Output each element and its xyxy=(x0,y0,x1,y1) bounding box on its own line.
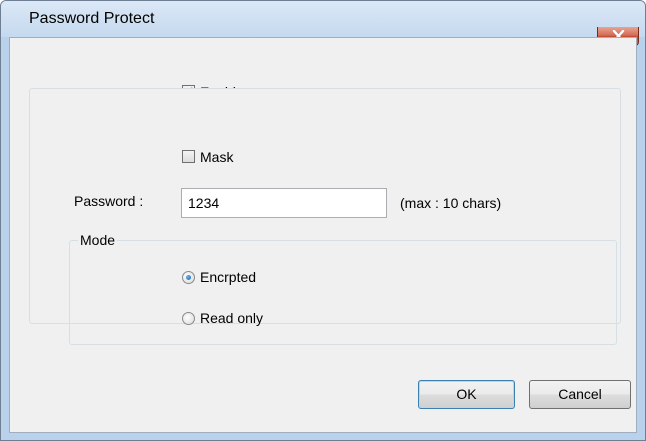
mask-label[interactable]: Mask xyxy=(200,149,233,165)
radio-selected-dot xyxy=(186,275,191,280)
password-hint: (max : 10 chars) xyxy=(400,195,502,211)
password-label: Password : xyxy=(74,193,144,209)
read-only-radio[interactable] xyxy=(182,312,195,325)
mode-groupbox xyxy=(69,240,617,345)
ok-button[interactable]: OK xyxy=(418,380,515,409)
window-title: Password Protect xyxy=(29,10,155,27)
mode-group-title: Mode xyxy=(78,232,118,248)
encrypted-radio[interactable] xyxy=(182,271,195,284)
mask-checkbox[interactable] xyxy=(182,150,195,163)
read-only-label[interactable]: Read only xyxy=(200,310,263,326)
cancel-button[interactable]: Cancel xyxy=(529,380,631,409)
title-bar[interactable]: Password Protect xyxy=(1,1,645,37)
password-input[interactable] xyxy=(181,188,387,218)
encrypted-label[interactable]: Encrpted xyxy=(200,269,256,285)
